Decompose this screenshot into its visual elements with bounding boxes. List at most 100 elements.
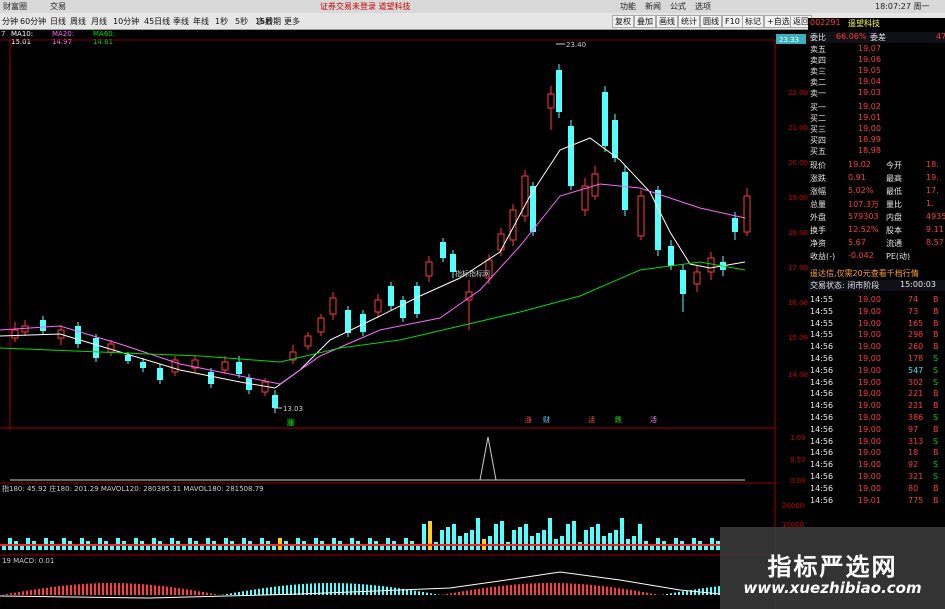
macd-bar: [562, 583, 564, 595]
candle: [668, 246, 674, 266]
tick-row-cell: 19.00: [858, 354, 881, 363]
signal-char: 涨: [287, 418, 294, 427]
sub1-axis: 1.00: [790, 434, 806, 442]
candle: [680, 270, 686, 294]
macd-bar: [674, 592, 676, 595]
macd-bar: [362, 584, 364, 595]
tick-row-cell: 97: [908, 424, 919, 434]
candle: [440, 242, 446, 258]
macd-bar: [526, 583, 528, 595]
ask-row: 卖三 19.05: [808, 66, 945, 77]
bid-row-cell: 19.02: [858, 102, 881, 111]
tick-row-cell: S: [933, 365, 939, 375]
macd-bar: [34, 589, 36, 595]
bid-row: 买五 18.98: [808, 146, 945, 157]
candle: [388, 286, 394, 306]
quote-row: 外盘 579303 内盘 4935: [808, 212, 945, 223]
macd-bar: [358, 583, 360, 595]
macd-bar: [146, 584, 148, 595]
tick-row-cell: 14:56: [810, 365, 834, 375]
macd-bar: [54, 586, 56, 595]
tick-row-cell: 14:56: [810, 460, 834, 470]
committee-row: 委比 66.06% 委差 47: [808, 32, 945, 43]
quote-row-cell: 0.91: [848, 173, 866, 182]
tick-row-cell: 19.00: [858, 318, 881, 328]
macd-bar: [430, 593, 432, 595]
macd-bar: [18, 591, 20, 595]
tick-row-cell: 19.00: [858, 330, 881, 340]
tick-row-cell: 14:55: [810, 306, 834, 316]
trade-status-row: 交易状态: 闭市阶段 15:00:03: [808, 280, 945, 291]
macd-bar: [138, 583, 140, 595]
candle: [329, 297, 337, 315]
macd-bar: [398, 588, 400, 595]
tick-row-cell: 80: [908, 483, 919, 493]
macd-bar: [582, 584, 584, 595]
macd-bar: [510, 584, 512, 595]
stock-header[interactable]: 002291 遥望科技: [808, 18, 945, 29]
tick-row: 14:56 19.01 775 B: [808, 496, 945, 507]
volume-bar: [584, 530, 588, 550]
quote-row-cell: 内盘: [886, 213, 902, 222]
macd-bar: [6, 593, 8, 595]
macd-bar: [58, 586, 60, 595]
macd-bar: [634, 590, 636, 595]
macd-bar: [122, 583, 124, 595]
macd-bar: [38, 588, 40, 595]
volume-bar: [614, 530, 618, 550]
clock: 18:07:27 周一: [875, 2, 930, 11]
macd-bar: [354, 583, 356, 595]
macd-bar: [150, 584, 152, 595]
candle: [272, 395, 278, 408]
tick-row-cell: 19.00: [858, 377, 881, 387]
volume-bar: [518, 527, 522, 550]
low-marker: 13.03: [283, 405, 303, 413]
bid-row-cell: 买四: [810, 136, 826, 145]
macd-bar: [190, 590, 192, 595]
candle: [693, 271, 701, 285]
tick-row: 14:56 19.00 302 S: [808, 378, 945, 389]
tick-row-cell: 19.00: [858, 295, 881, 304]
macd-bar: [102, 583, 104, 595]
macd-bar: [182, 588, 184, 595]
macd-bar: [522, 583, 524, 595]
macd-bar: [694, 589, 696, 595]
macd-bar: [266, 587, 268, 595]
macd-bar: [642, 591, 644, 595]
macd-bar: [554, 583, 556, 595]
ad-row[interactable]: 遥达信,仅需20元查看千档行情: [808, 268, 945, 279]
ask-row: 卖一 19.03: [808, 88, 945, 99]
macd-bar: [366, 584, 368, 595]
macd-bar: [610, 587, 612, 595]
tick-row-cell: 775: [908, 495, 924, 505]
tick-row-cell: 165: [908, 318, 924, 328]
macd-bar: [214, 593, 216, 595]
tick-row-cell: 19.00: [858, 448, 881, 458]
macd-bar: [446, 593, 448, 595]
macd-bar: [566, 583, 568, 595]
quote-row-cell: 收益(-): [810, 252, 836, 261]
macd-bar: [230, 593, 232, 595]
macd-bar: [254, 589, 256, 595]
signal-char: 跌: [615, 415, 622, 424]
quote-row-cell: 17.: [926, 186, 939, 195]
macd-bar: [90, 583, 92, 595]
volume-bar: [536, 533, 540, 550]
tick-row: 14:55 19.00 73 B: [808, 307, 945, 318]
macd-bar: [598, 585, 600, 595]
tick-row-cell: 19.00: [858, 436, 881, 446]
macd-bar: [346, 583, 348, 595]
candle: [374, 299, 382, 313]
quote-row-cell: 107.3万: [848, 200, 879, 209]
kline-chart[interactable]: 23.33 22.00 21.00 20.00 19.00 18.00 17.0…: [0, 0, 808, 609]
volume-bar: [602, 536, 606, 550]
volume-bar: [566, 524, 570, 550]
tick-row-cell: 14:56: [810, 389, 834, 399]
macd-bar: [66, 585, 68, 595]
tick-row-cell: 73: [908, 306, 919, 316]
macd-bar: [350, 583, 352, 595]
committee-value2: 47: [936, 32, 945, 41]
candle: [107, 343, 115, 353]
tick-row-cell: 260: [908, 342, 924, 352]
macd-bar: [538, 583, 540, 595]
